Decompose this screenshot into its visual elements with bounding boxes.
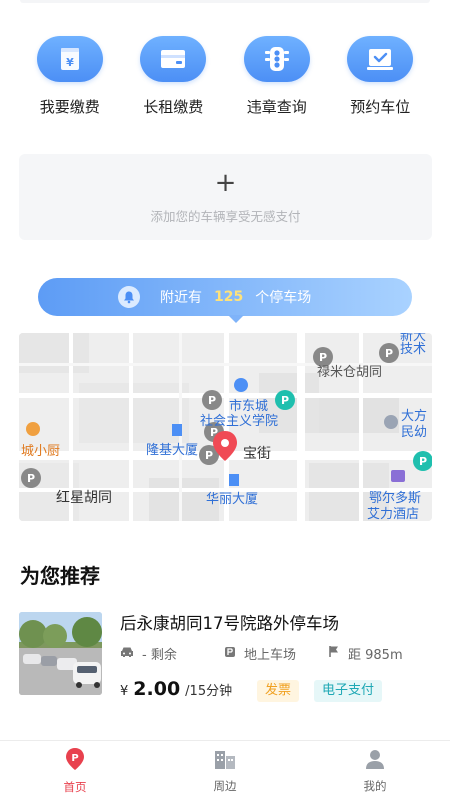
person-icon <box>364 748 386 774</box>
map-label-school2: 社会主义学院 <box>200 414 279 429</box>
parking-lot-card[interactable]: 后永康胡同17号院路外停车场 - 剩余 地上车场 距 985m ¥ 2.00 /… <box>19 606 432 706</box>
reserve-space-label: 预约车位 <box>350 98 411 116</box>
price-value: 2.00 <box>133 678 181 700</box>
map-label-hongxing: 红星胡同 <box>56 490 112 506</box>
tab-home[interactable]: P 首页 <box>0 741 150 800</box>
nearby-suffix: 个停车场 <box>255 290 312 306</box>
pay-parking-label: 我要缴费 <box>39 98 100 116</box>
wallet-icon <box>140 36 207 82</box>
pay-parking-button[interactable]: ¥ 我要缴费 <box>25 36 115 117</box>
reserve-space-button[interactable]: 预约车位 <box>335 36 425 117</box>
nearby-text: 附近有 125 个停车场 <box>160 287 311 307</box>
add-car-text: 添加您的车辆享受无感支付 <box>150 208 301 224</box>
remaining-info: - 剩余 <box>120 644 224 663</box>
bottom-tab-bar: P 首页 周边 我的 <box>0 740 450 800</box>
violation-query-button[interactable]: 违章查询 <box>232 36 322 117</box>
svg-text:P: P <box>385 347 393 360</box>
traffic-light-icon <box>243 36 310 82</box>
calendar-check-icon <box>347 36 414 82</box>
svg-text:P: P <box>205 449 213 462</box>
parking-lot-meta: - 剩余 地上车场 距 985m <box>120 644 420 663</box>
distance-label: 距 985m <box>348 648 403 663</box>
svg-text:P: P <box>208 394 216 407</box>
bell-icon <box>118 286 140 308</box>
plus-icon: + <box>214 167 237 198</box>
nearby-prefix: 附近有 <box>160 290 202 306</box>
violation-query-label: 违章查询 <box>246 98 307 116</box>
map-label-xin: 新大 <box>400 333 427 344</box>
long-rent-pay-button[interactable]: 长租缴费 <box>128 36 218 117</box>
parking-lot-photo <box>19 612 102 695</box>
map-label-baojie: 宝街 <box>243 446 271 462</box>
svg-text:P: P <box>281 394 289 407</box>
quick-actions: ¥ 我要缴费 长租缴费 违章查询 预约车位 <box>0 36 450 117</box>
epay-tag: 电子支付 <box>314 680 383 702</box>
parking-price: ¥ 2.00 /15分钟 <box>120 678 232 700</box>
tab-nearby[interactable]: 周边 <box>150 741 300 800</box>
invoice-tag: 发票 <box>257 680 300 702</box>
buildings-icon <box>213 748 237 774</box>
price-unit: /15分钟 <box>185 684 233 699</box>
map-label-xiaochu: 城小厨 <box>21 444 61 459</box>
nearby-parking-banner[interactable]: 附近有 125 个停车场 <box>38 278 412 323</box>
lot-type-label: 地上车场 <box>244 648 297 663</box>
map-view[interactable]: P P P P P P P P 市东城 社会主义学院 隆基大厦 宝街 华丽大厦 … <box>19 333 432 521</box>
tab-profile-label: 我的 <box>363 778 387 793</box>
map-label-hotel2: 艾力酒店 <box>367 507 420 521</box>
svg-text:¥: ¥ <box>66 56 74 69</box>
yen-ticket-icon: ¥ <box>36 36 103 82</box>
distance-info: 距 985m <box>328 644 403 663</box>
map-label-min: 民幼 <box>401 425 428 440</box>
map-label-huali: 华丽大厦 <box>206 492 259 507</box>
parking-lot-name: 后永康胡同17号院路外停车场 <box>120 614 339 633</box>
map-label-longji: 隆基大厦 <box>146 443 199 458</box>
lot-type-icon <box>224 646 244 662</box>
flag-icon <box>328 645 348 662</box>
tab-profile[interactable]: 我的 <box>300 741 450 800</box>
map-label-mi: 禄米仓胡同 <box>317 365 383 380</box>
svg-text:P: P <box>71 753 78 764</box>
parking-pin-icon: P <box>64 747 86 775</box>
lot-type-info: 地上车场 <box>224 644 328 663</box>
remaining-label: - 剩余 <box>142 648 177 663</box>
car-icon <box>120 646 142 662</box>
svg-text:P: P <box>419 455 427 468</box>
long-rent-pay-label: 长租缴费 <box>143 98 204 116</box>
top-divider <box>20 0 430 3</box>
nearby-count: 125 <box>214 289 244 305</box>
tab-home-label: 首页 <box>63 779 87 794</box>
recommend-title: 为您推荐 <box>20 564 100 588</box>
currency-symbol: ¥ <box>120 684 129 699</box>
tab-nearby-label: 周边 <box>213 778 237 793</box>
svg-text:P: P <box>27 472 35 485</box>
add-car-card[interactable]: + 添加您的车辆享受无感支付 <box>19 154 432 240</box>
